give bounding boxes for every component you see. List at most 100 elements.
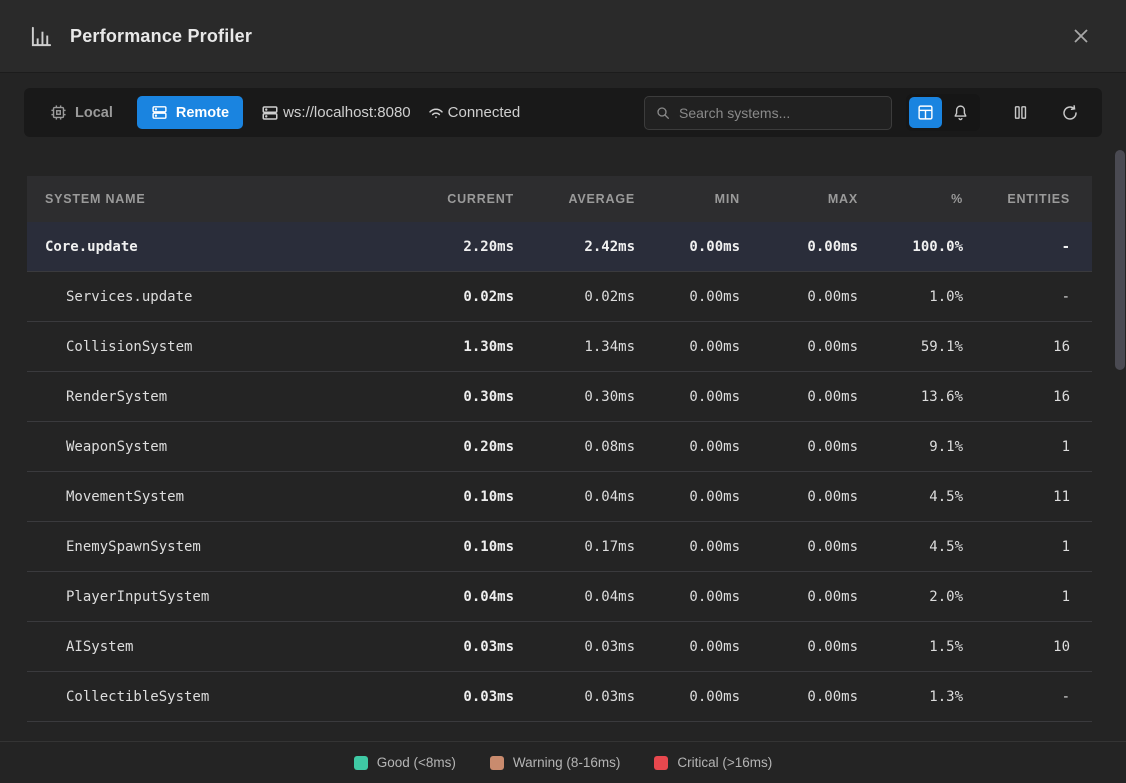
local-mode-button[interactable]: Local [36, 96, 127, 129]
legend-item: Good (<8ms) [354, 755, 456, 770]
column-header-current: CURRENT [418, 192, 518, 206]
column-header-average: AVERAGE [518, 192, 639, 206]
percent-cell: 1.5% [862, 639, 967, 655]
legend-label: Good (<8ms) [377, 755, 456, 770]
min-cell: 0.00ms [639, 639, 744, 655]
table-row[interactable]: CollectibleSystem 0.03ms 0.03ms 0.00ms 0… [27, 672, 1092, 722]
table-row[interactable]: RenderSystem 0.30ms 0.30ms 0.00ms 0.00ms… [27, 372, 1092, 422]
table-row[interactable]: EnemySpawnSystem 0.10ms 0.17ms 0.00ms 0.… [27, 522, 1092, 572]
percent-cell: 2.0% [862, 589, 967, 605]
search-input[interactable] [679, 105, 881, 121]
entities-cell: - [967, 289, 1092, 305]
min-cell: 0.00ms [639, 239, 744, 255]
percent-cell: 59.1% [862, 339, 967, 355]
min-cell: 0.00ms [639, 589, 744, 605]
current-cell: 0.10ms [418, 539, 518, 555]
title-bar: Performance Profiler [0, 0, 1126, 73]
max-cell: 0.00ms [744, 639, 862, 655]
min-cell: 0.00ms [639, 389, 744, 405]
max-cell: 0.00ms [744, 689, 862, 705]
system-name-cell: PlayerInputSystem [27, 589, 418, 605]
current-cell: 0.03ms [418, 689, 518, 705]
table-row[interactable]: AISystem 0.03ms 0.03ms 0.00ms 0.00ms 1.5… [27, 622, 1092, 672]
system-name-cell: CollisionSystem [27, 339, 418, 355]
max-cell: 0.00ms [744, 439, 862, 455]
average-cell: 0.03ms [518, 639, 639, 655]
entities-cell: 1 [967, 539, 1092, 555]
legend-label: Warning (8-16ms) [513, 755, 621, 770]
remote-mode-label: Remote [176, 105, 229, 121]
min-cell: 0.00ms [639, 339, 744, 355]
legend: Good (<8ms) Warning (8-16ms) Critical (>… [354, 755, 773, 770]
scrollbar-thumb[interactable] [1115, 150, 1125, 370]
percent-cell: 9.1% [862, 439, 967, 455]
page-title: Performance Profiler [70, 26, 252, 47]
wifi-icon [427, 104, 445, 122]
system-name-cell: Core.update [27, 239, 418, 255]
refresh-button[interactable] [1054, 97, 1086, 129]
percent-cell: 1.0% [862, 289, 967, 305]
connection-status-text: Connected [448, 104, 521, 121]
pause-button[interactable] [1004, 97, 1036, 129]
table-row[interactable]: Services.update 0.02ms 0.02ms 0.00ms 0.0… [27, 272, 1092, 322]
current-cell: 0.20ms [418, 439, 518, 455]
entities-cell: 16 [967, 339, 1092, 355]
table-layout-icon [917, 104, 934, 121]
table-row[interactable]: CollisionSystem 1.30ms 1.34ms 0.00ms 0.0… [27, 322, 1092, 372]
pause-icon [1012, 104, 1029, 121]
max-cell: 0.00ms [744, 589, 862, 605]
average-cell: 0.02ms [518, 289, 639, 305]
min-cell: 0.00ms [639, 689, 744, 705]
current-cell: 0.04ms [418, 589, 518, 605]
close-icon [1071, 26, 1091, 46]
local-mode-label: Local [75, 105, 113, 121]
percent-cell: 100.0% [862, 239, 967, 255]
close-button[interactable] [1066, 21, 1096, 51]
legend-swatch-icon [490, 756, 504, 770]
bar-chart-icon [30, 25, 53, 48]
average-cell: 0.30ms [518, 389, 639, 405]
entities-cell: - [967, 239, 1092, 255]
average-cell: 0.04ms [518, 589, 639, 605]
column-header-system-name: SYSTEM NAME [27, 192, 418, 206]
alerts-button[interactable] [944, 97, 977, 128]
average-cell: 0.04ms [518, 489, 639, 505]
current-cell: 2.20ms [418, 239, 518, 255]
max-cell: 0.00ms [744, 339, 862, 355]
table-row[interactable]: WeaponSystem 0.20ms 0.08ms 0.00ms 0.00ms… [27, 422, 1092, 472]
connection-url-text: ws://localhost:8080 [283, 104, 411, 121]
view-toggle-group [906, 94, 980, 131]
system-name-cell: WeaponSystem [27, 439, 418, 455]
average-cell: 2.42ms [518, 239, 639, 255]
current-cell: 0.02ms [418, 289, 518, 305]
average-cell: 0.03ms [518, 689, 639, 705]
column-header-percent: % [862, 192, 967, 206]
search-icon [655, 105, 671, 121]
server-icon [261, 104, 279, 122]
legend-item: Critical (>16ms) [654, 755, 772, 770]
table-row[interactable]: PlayerInputSystem 0.04ms 0.04ms 0.00ms 0… [27, 572, 1092, 622]
server-icon [151, 104, 168, 121]
current-cell: 1.30ms [418, 339, 518, 355]
system-name-cell: AISystem [27, 639, 418, 655]
legend-swatch-icon [354, 756, 368, 770]
table-row[interactable]: MovementSystem 0.10ms 0.04ms 0.00ms 0.00… [27, 472, 1092, 522]
system-name-cell: EnemySpawnSystem [27, 539, 418, 555]
column-header-max: MAX [744, 192, 862, 206]
table-row[interactable]: Core.update 2.20ms 2.42ms 0.00ms 0.00ms … [27, 222, 1092, 272]
table-header-row: SYSTEM NAME CURRENT AVERAGE MIN MAX % EN… [27, 176, 1092, 222]
max-cell: 0.00ms [744, 489, 862, 505]
table-view-button[interactable] [909, 97, 942, 128]
systems-table: SYSTEM NAME CURRENT AVERAGE MIN MAX % EN… [27, 176, 1092, 722]
entities-cell: 1 [967, 439, 1092, 455]
max-cell: 0.00ms [744, 289, 862, 305]
max-cell: 0.00ms [744, 389, 862, 405]
connection-status: Connected [427, 104, 521, 122]
search-box [644, 96, 892, 130]
entities-cell: 16 [967, 389, 1092, 405]
refresh-icon [1061, 104, 1079, 122]
remote-mode-button[interactable]: Remote [137, 96, 243, 129]
average-cell: 0.08ms [518, 439, 639, 455]
average-cell: 1.34ms [518, 339, 639, 355]
system-name-cell: MovementSystem [27, 489, 418, 505]
